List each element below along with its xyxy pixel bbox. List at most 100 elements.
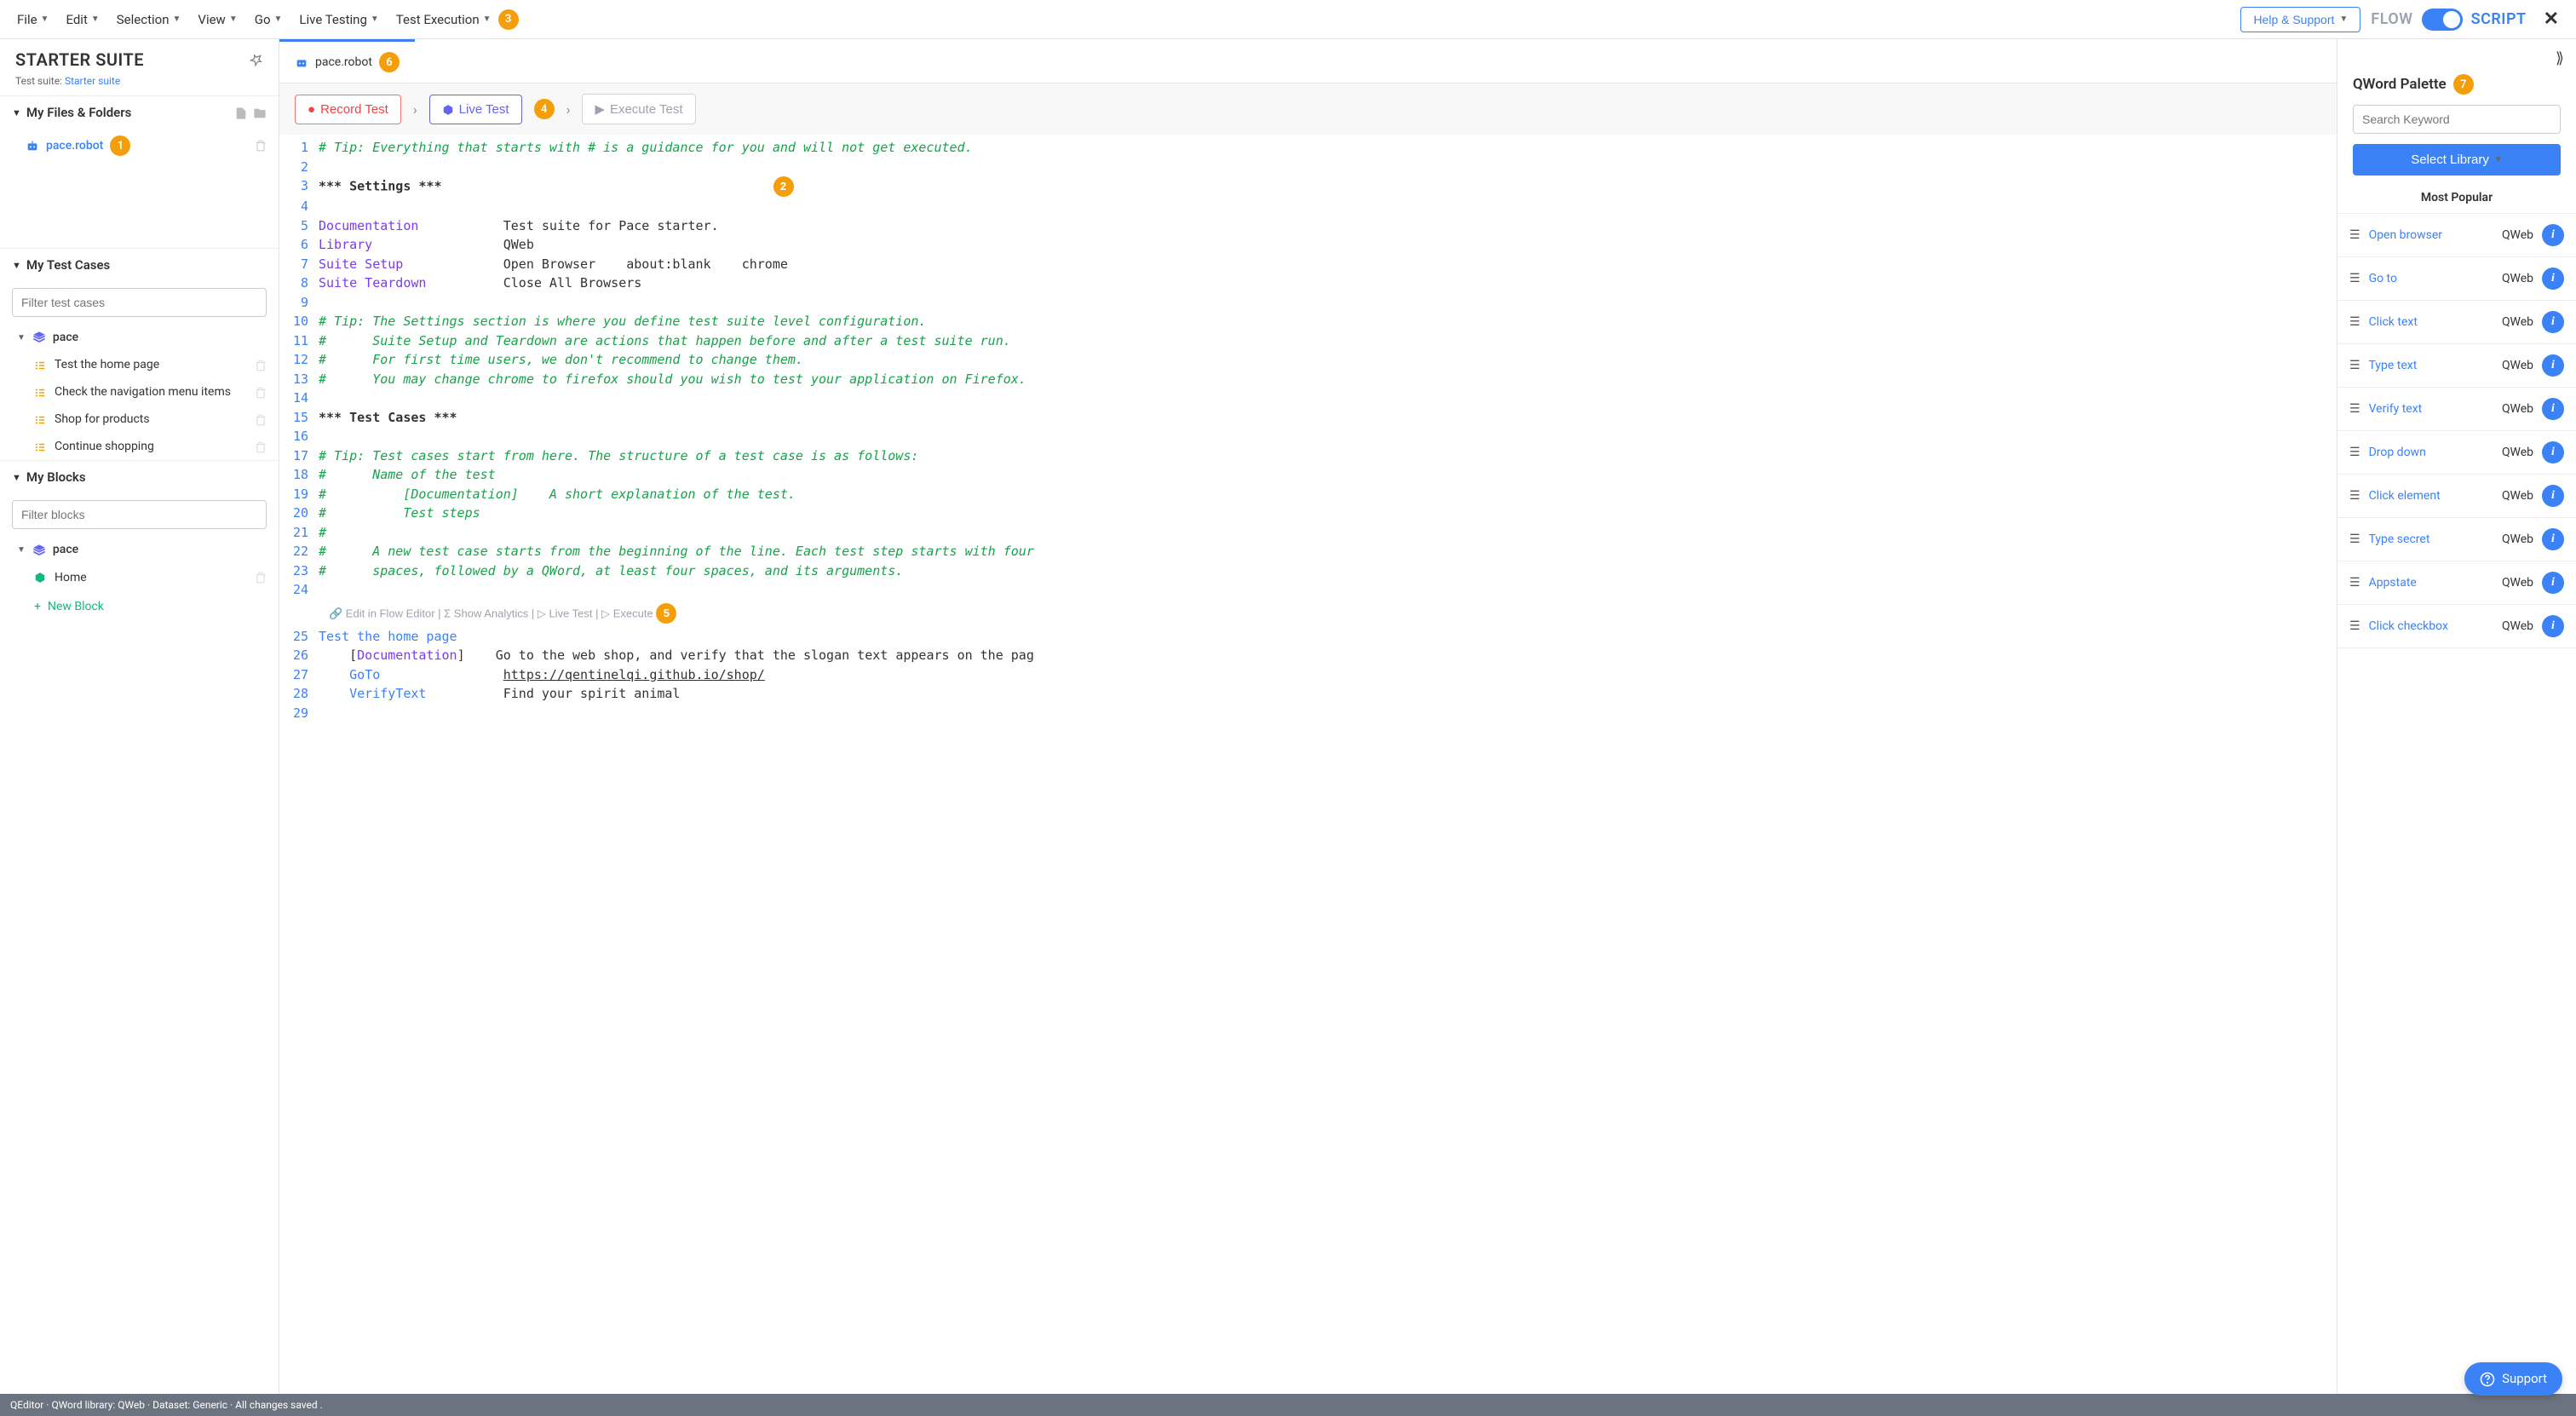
file-row-pace-robot[interactable]: pace.robot 1 [0, 129, 279, 163]
test-case-row[interactable]: Continue shopping [0, 433, 279, 460]
code-editor[interactable]: 1# Tip: Everything that starts with # is… [279, 135, 2337, 1394]
drag-handle-icon[interactable]: ☰ [2349, 228, 2360, 242]
trash-icon[interactable] [255, 385, 267, 399]
test-case-row[interactable]: Check the navigation menu items [0, 378, 279, 406]
trash-icon[interactable] [255, 440, 267, 453]
tab-pace-robot[interactable]: pace.robot 6 [279, 39, 415, 83]
block-group-pace[interactable]: ▼ pace [0, 536, 279, 563]
code-line[interactable]: 4 [279, 197, 2337, 216]
code-line[interactable]: 24 [279, 580, 2337, 600]
drag-handle-icon[interactable]: ☰ [2349, 576, 2360, 590]
blocks-header[interactable]: ▼ My Blocks [0, 460, 279, 493]
code-line[interactable]: 25Test the home page [279, 627, 2337, 647]
info-icon[interactable]: i [2542, 485, 2564, 507]
new-block-button[interactable]: +New Block [0, 591, 279, 622]
live-test-button[interactable]: Live Test [429, 95, 522, 124]
trash-icon[interactable] [255, 571, 267, 584]
close-icon[interactable]: ✕ [2537, 5, 2566, 33]
code-line[interactable]: 21# [279, 523, 2337, 543]
qword-row[interactable]: ☰Type textQWebi [2337, 344, 2576, 388]
code-line[interactable]: 7Suite Setup Open Browser about:blank ch… [279, 255, 2337, 274]
files-folders-header[interactable]: ▼ My Files & Folders [0, 95, 279, 129]
test-case-row[interactable]: Test the home page [0, 351, 279, 378]
code-line[interactable]: 11# Suite Setup and Teardown are actions… [279, 331, 2337, 351]
info-icon[interactable]: i [2542, 268, 2564, 290]
code-line[interactable]: 26 [Documentation] Go to the web shop, a… [279, 646, 2337, 665]
qword-name[interactable]: Drop down [2369, 446, 2493, 459]
qword-name[interactable]: Go to [2369, 272, 2493, 285]
info-icon[interactable]: i [2542, 528, 2564, 550]
trash-icon[interactable] [255, 139, 267, 153]
code-line[interactable]: 8Suite Teardown Close All Browsers [279, 273, 2337, 293]
qword-row[interactable]: ☰Verify textQWebi [2337, 388, 2576, 431]
code-line[interactable]: 5Documentation Test suite for Pace start… [279, 216, 2337, 236]
code-line[interactable]: 9 [279, 293, 2337, 313]
info-icon[interactable]: i [2542, 615, 2564, 637]
suite-link[interactable]: Starter suite [65, 75, 120, 87]
code-line[interactable]: 10# Tip: The Settings section is where y… [279, 312, 2337, 331]
drag-handle-icon[interactable]: ☰ [2349, 272, 2360, 285]
flow-script-toggle[interactable] [2422, 9, 2463, 31]
drag-handle-icon[interactable]: ☰ [2349, 619, 2360, 633]
drag-handle-icon[interactable]: ☰ [2349, 402, 2360, 416]
drag-handle-icon[interactable]: ☰ [2349, 315, 2360, 329]
trash-icon[interactable] [255, 412, 267, 426]
code-line[interactable]: 3*** Settings *** 2 [279, 176, 2337, 197]
code-line[interactable]: 1# Tip: Everything that starts with # is… [279, 138, 2337, 158]
code-line[interactable]: 13# You may change chrome to firefox sho… [279, 370, 2337, 389]
menu-go[interactable]: Go▼ [248, 7, 290, 32]
qword-row[interactable]: ☰AppstateQWebi [2337, 561, 2576, 605]
menu-live-testing[interactable]: Live Testing▼ [292, 7, 385, 32]
drag-handle-icon[interactable]: ☰ [2349, 532, 2360, 546]
info-icon[interactable]: i [2542, 398, 2564, 420]
menu-test-execution[interactable]: Test Execution▼ [389, 7, 498, 32]
code-line[interactable]: 15*** Test Cases *** [279, 408, 2337, 428]
code-line[interactable]: 16 [279, 427, 2337, 446]
qword-name[interactable]: Verify text [2369, 402, 2493, 416]
qword-name[interactable]: Click checkbox [2369, 619, 2493, 633]
code-line[interactable]: 29 [279, 704, 2337, 723]
qword-name[interactable]: Click element [2369, 489, 2493, 503]
qword-row[interactable]: ☰Type secretQWebi [2337, 518, 2576, 561]
qword-name[interactable]: Appstate [2369, 576, 2493, 590]
drag-handle-icon[interactable]: ☰ [2349, 446, 2360, 459]
code-line[interactable]: 18# Name of the test [279, 465, 2337, 485]
info-icon[interactable]: i [2542, 224, 2564, 246]
drag-handle-icon[interactable]: ☰ [2349, 489, 2360, 503]
info-icon[interactable]: i [2542, 311, 2564, 333]
filter-test-cases-input[interactable] [12, 288, 267, 317]
qword-name[interactable]: Open browser [2369, 228, 2493, 242]
search-keyword-input[interactable] [2353, 105, 2561, 134]
qword-row[interactable]: ☰Open browserQWebi [2337, 214, 2576, 257]
drag-handle-icon[interactable]: ☰ [2349, 359, 2360, 372]
info-icon[interactable]: i [2542, 572, 2564, 594]
block-row[interactable]: Home [0, 564, 279, 591]
info-icon[interactable]: i [2542, 441, 2564, 463]
menu-file[interactable]: File▼ [10, 7, 55, 32]
code-line[interactable]: 22# A new test case starts from the begi… [279, 542, 2337, 561]
code-line[interactable]: 2 [279, 158, 2337, 177]
new-file-icon[interactable] [234, 105, 248, 120]
code-line[interactable]: 19# [Documentation] A short explanation … [279, 485, 2337, 504]
help-support-button[interactable]: Help & Support▼ [2240, 7, 2360, 32]
code-line[interactable]: 17# Tip: Test cases start from here. The… [279, 446, 2337, 466]
filter-blocks-input[interactable] [12, 500, 267, 529]
test-case-row[interactable]: Shop for products [0, 406, 279, 433]
code-line[interactable]: 28 VerifyText Find your spirit animal [279, 684, 2337, 704]
code-line[interactable]: 14 [279, 389, 2337, 408]
code-line[interactable]: 12# For first time users, we don't recom… [279, 350, 2337, 370]
test-group-pace[interactable]: ▼ pace [0, 324, 279, 351]
inline-action-links[interactable]: 🔗 Edit in Flow Editor | Σ Show Analytics… [279, 600, 2337, 627]
qword-name[interactable]: Type secret [2369, 532, 2493, 546]
collapse-palette-icon[interactable]: ⟫ [2544, 39, 2576, 67]
pin-icon[interactable] [250, 53, 263, 66]
code-line[interactable]: 23# spaces, followed by a QWord, at leas… [279, 561, 2337, 581]
qword-row[interactable]: ☰Click elementQWebi [2337, 475, 2576, 518]
qword-row[interactable]: ☰Drop downQWebi [2337, 431, 2576, 475]
code-line[interactable]: 6Library QWeb [279, 235, 2337, 255]
code-line[interactable]: 27 GoTo https://qentinelqi.github.io/sho… [279, 665, 2337, 685]
menu-edit[interactable]: Edit▼ [59, 7, 106, 32]
execute-test-button[interactable]: ▶Execute Test [582, 94, 695, 124]
qword-row[interactable]: ☰Go toQWebi [2337, 257, 2576, 301]
test-cases-header[interactable]: ▼ My Test Cases [0, 248, 279, 281]
